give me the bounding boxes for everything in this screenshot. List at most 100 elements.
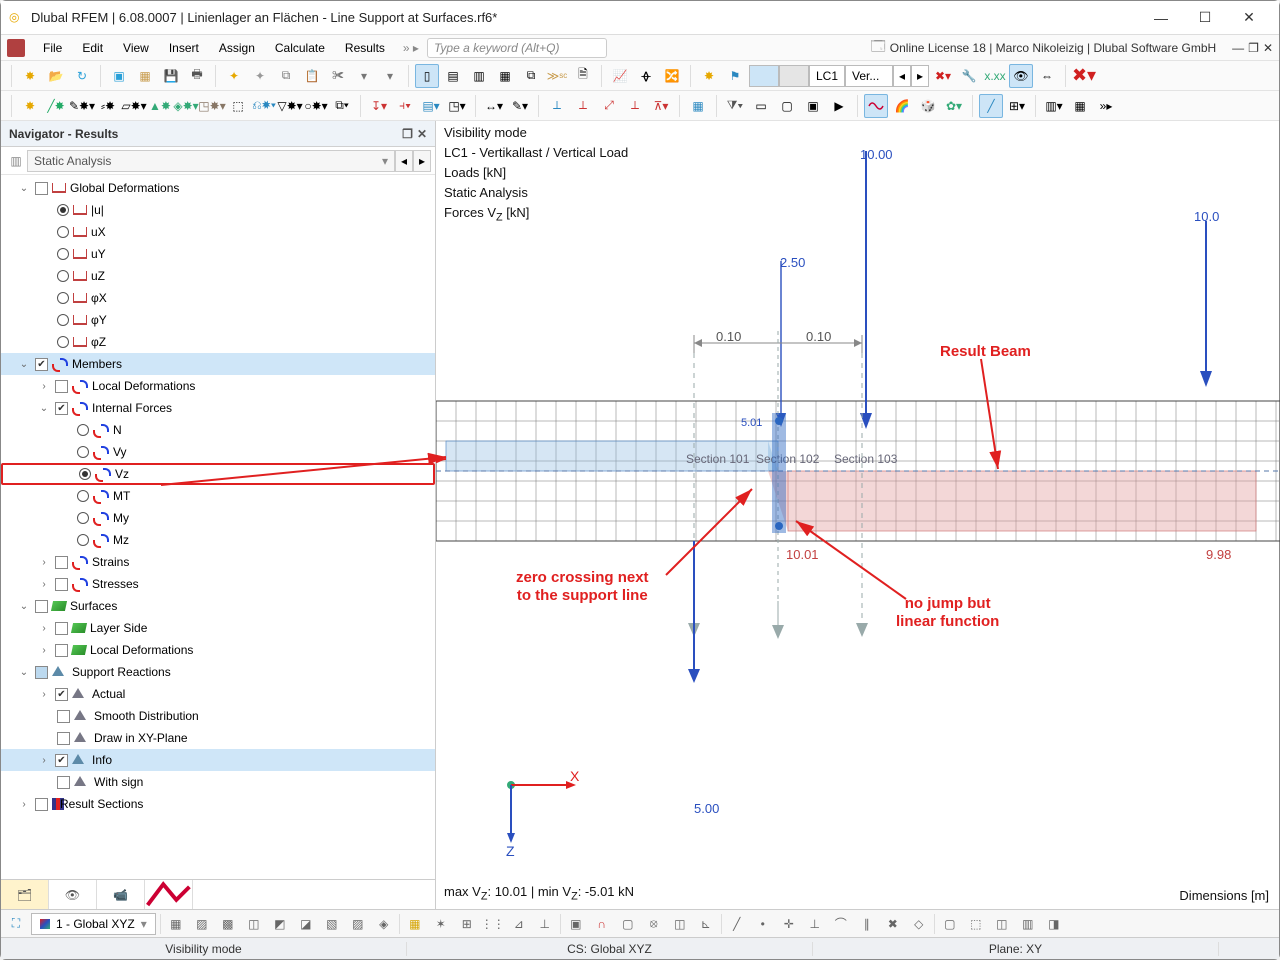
load-case-selector[interactable]: LC1 Ver... ◂ ▸ [749, 65, 929, 87]
lc-tag-icon[interactable]: x.xx [983, 64, 1007, 88]
grid-face9-icon[interactable]: ◈ [373, 913, 395, 935]
tree-local-def2[interactable]: Local Deformations [90, 643, 193, 657]
tree-u[interactable]: |u| [91, 203, 104, 217]
solidload-icon[interactable]: ◳▾ [445, 94, 469, 118]
grid-face8-icon[interactable]: ▨ [347, 913, 369, 935]
nav-tab-views-icon[interactable]: 👁 [49, 880, 97, 909]
forces-icon-3[interactable]: ⤢ [597, 94, 621, 118]
cancel-big-icon[interactable]: ✖▾ [1072, 64, 1096, 88]
analysis-combo[interactable]: Static Analysis ▾ [27, 150, 395, 172]
minimize-button[interactable]: — [1139, 2, 1183, 34]
win-icon1[interactable]: ▢ [939, 913, 961, 935]
result-table-icon[interactable]: ▦ [1068, 94, 1092, 118]
tree-phix[interactable]: φX [91, 291, 107, 305]
grid-face6-icon[interactable]: ◪ [295, 913, 317, 935]
coord-system-combo[interactable]: 1 - Global XYZ▾ [31, 913, 156, 935]
win-icon5[interactable]: ◨ [1043, 913, 1065, 935]
menu-assign[interactable]: Assign [209, 39, 265, 57]
grid-face3-icon[interactable]: ▩ [217, 913, 239, 935]
link-wand-icon[interactable]: ⎌✸▾ [252, 94, 276, 118]
lc-eye-icon[interactable]: 👁 [1009, 64, 1033, 88]
copy-icon[interactable]: ⧉ [274, 64, 298, 88]
tree-Mz[interactable]: Mz [113, 533, 129, 547]
tree-ux[interactable]: uX [91, 225, 106, 239]
report-icon[interactable]: 🗎 [571, 64, 595, 88]
tree-MT[interactable]: MT [113, 489, 130, 503]
set-wand-icon[interactable]: ⧉▾ [330, 94, 354, 118]
window-layout-4[interactable]: ▦ [493, 64, 517, 88]
tree-Vy[interactable]: Vy [113, 445, 127, 459]
tree-phiz[interactable]: φZ [91, 335, 106, 349]
new-icon[interactable]: ✸ [18, 64, 42, 88]
snap-ortho-icon[interactable]: ⊥ [534, 913, 556, 935]
tree-phiy[interactable]: φY [91, 313, 107, 327]
window-layout-2[interactable]: ▤ [441, 64, 465, 88]
draw-cross-icon[interactable]: ✛ [778, 913, 800, 935]
osnap-magnet-icon[interactable]: ∩ [591, 913, 613, 935]
extra-icon[interactable]: ▾ [352, 64, 376, 88]
cs-icon[interactable]: ⛶ [5, 913, 27, 935]
cube-wand-icon[interactable]: ◈✸▾ [174, 94, 198, 118]
hinge-wand-icon[interactable]: ○✸▾ [304, 94, 328, 118]
results-tree[interactable]: ⌄Global Deformations |u| uX uY uZ φX φY … [1, 175, 435, 879]
draw-point-icon[interactable]: • [752, 913, 774, 935]
nav-dock-icon[interactable]: ❐ [402, 127, 413, 141]
window-layout-1[interactable]: ▯ [415, 64, 439, 88]
tree-info[interactable]: Info [92, 753, 112, 767]
tree-withsign[interactable]: With sign [94, 775, 143, 789]
chart-toggle-icon[interactable]: 📈 [608, 64, 632, 88]
section-wand-icon[interactable]: ⸗✸ [96, 94, 120, 118]
grid-face2-icon[interactable]: ▨ [191, 913, 213, 935]
timeline-icon[interactable]: ▣ [801, 94, 825, 118]
tree-local-def[interactable]: Local Deformations [92, 379, 195, 393]
assembly-icon[interactable]: ⬚ [226, 94, 250, 118]
cut-icon[interactable]: ✀ [326, 64, 350, 88]
tree-actual[interactable]: Actual [92, 687, 125, 701]
block-icon[interactable]: ▣ [107, 64, 131, 88]
maximize-button[interactable]: ☐ [1183, 2, 1227, 34]
member-wand-icon[interactable]: ╱✸ [44, 94, 68, 118]
tree-uz[interactable]: uZ [91, 269, 105, 283]
result-diagram-icon[interactable] [864, 94, 888, 118]
snap-dots-icon[interactable]: ⋮⋮ [482, 913, 504, 935]
node-wand-icon[interactable]: ✸ [18, 94, 42, 118]
draw-edge-icon[interactable]: ◇ [908, 913, 930, 935]
tree-stresses[interactable]: Stresses [92, 577, 139, 591]
frame-icon[interactable]: ▢ [775, 94, 799, 118]
lc-prev-icon[interactable]: ◂ [893, 65, 911, 87]
tree-uy[interactable]: uY [91, 247, 106, 261]
refresh-icon[interactable]: ↻ [70, 64, 94, 88]
osnap1-icon[interactable]: ▣ [565, 913, 587, 935]
result-dice-icon[interactable]: 🎲 [916, 94, 940, 118]
tree-Vz[interactable]: Vz [115, 467, 129, 481]
draw-para-icon[interactable]: ∥ [856, 913, 878, 935]
forces-icon-5[interactable]: ⊼▾ [649, 94, 673, 118]
model-viewport[interactable]: Visibility mode LC1 - Vertikallast / Ver… [436, 121, 1279, 909]
lc-scale-icon[interactable]: ⇔ [1035, 64, 1059, 88]
grid-face-icon[interactable]: ▦ [165, 913, 187, 935]
panel-wand-icon[interactable]: ▱✸▾ [122, 94, 146, 118]
edit-wand-icon[interactable]: ✎✸▾ [70, 94, 94, 118]
osnap3-icon[interactable]: ⦻ [643, 913, 665, 935]
selectwin-icon[interactable]: ▭ [749, 94, 773, 118]
forces-icon-4[interactable]: ⟂ [623, 94, 647, 118]
draw-int-icon[interactable]: ✖ [882, 913, 904, 935]
window-layout-3[interactable]: ▥ [467, 64, 491, 88]
chart2-icon[interactable]: ᚖ [634, 64, 658, 88]
mesh-icon[interactable]: ▦ [686, 94, 710, 118]
menu-overflow-icon[interactable]: » ▸ [395, 41, 427, 55]
lc-delete-icon[interactable]: ✖▾ [931, 64, 955, 88]
menu-edit[interactable]: Edit [72, 39, 113, 57]
pointload-icon[interactable]: ↧▾ [367, 94, 391, 118]
tree-result-sections[interactable]: Result Sections [60, 797, 143, 811]
lc-wand-icon[interactable]: ✸ [697, 64, 721, 88]
tree-smooth[interactable]: Smooth Distribution [94, 709, 199, 723]
filter-icon[interactable]: ⧩▾ [723, 94, 747, 118]
print-icon[interactable]: 🖶 [185, 64, 209, 88]
support-wand-icon[interactable]: ▽✸▾ [278, 94, 302, 118]
close-button[interactable]: ✕ [1227, 2, 1271, 34]
analysis-prev[interactable]: ◂ [395, 150, 413, 172]
chart3-icon[interactable]: 🔀 [660, 64, 684, 88]
keyword-search[interactable]: Type a keyword (Alt+Q) [427, 38, 607, 58]
solid-wand-icon[interactable]: ▲✸ [148, 94, 172, 118]
